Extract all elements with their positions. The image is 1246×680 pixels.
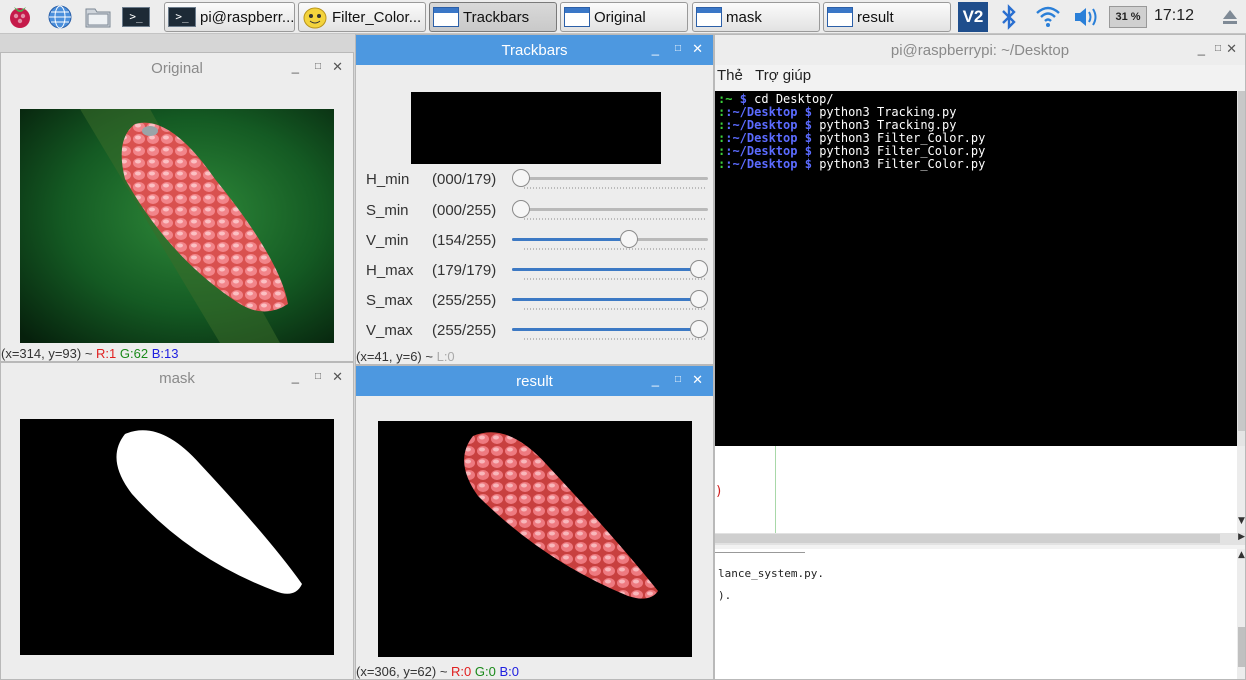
slider-thumb[interactable] bbox=[512, 200, 530, 218]
result-titlebar[interactable]: result _ □ ✕ bbox=[356, 366, 713, 396]
mask-title: mask bbox=[159, 370, 195, 387]
close-icon[interactable]: ✕ bbox=[692, 372, 703, 388]
terminal-title: pi@raspberrypi: ~/Desktop bbox=[890, 42, 1070, 59]
folder-icon[interactable] bbox=[84, 3, 112, 31]
close-icon[interactable]: ✕ bbox=[332, 369, 343, 385]
editor-pane[interactable]: ) bbox=[715, 446, 1237, 533]
maximize-icon[interactable]: □ bbox=[315, 61, 321, 72]
slider-thumb[interactable] bbox=[690, 260, 708, 278]
taskbar-button-mask[interactable]: mask bbox=[692, 2, 820, 32]
mask-window: mask _ □ ✕ bbox=[0, 362, 354, 680]
trackbar-h-max: H_max (179/179) bbox=[366, 257, 711, 285]
trackbars-canvas bbox=[411, 92, 661, 164]
window-icon bbox=[433, 7, 459, 27]
window-icon bbox=[564, 7, 590, 27]
maximize-icon[interactable]: □ bbox=[1215, 43, 1221, 54]
minimize-icon[interactable]: _ bbox=[292, 369, 299, 384]
raspberry-menu-icon[interactable] bbox=[6, 3, 34, 31]
trackbars-title: Trackbars bbox=[501, 42, 568, 59]
slider-track[interactable] bbox=[512, 200, 708, 218]
trackbar-v-max: V_max (255/255) bbox=[366, 317, 711, 345]
volume-icon[interactable] bbox=[1072, 4, 1102, 34]
trackbar-s-min: S_min (000/255) bbox=[366, 197, 711, 225]
taskbar-button-result[interactable]: result bbox=[823, 2, 951, 32]
python-icon bbox=[303, 7, 327, 29]
slider-thumb[interactable] bbox=[512, 169, 530, 187]
minimize-icon[interactable]: _ bbox=[652, 372, 659, 387]
trackbars-statusbar: (x=41, y=6) ~ L:0 bbox=[356, 350, 455, 364]
trackbar-v-min: V_min (154/255) bbox=[366, 227, 711, 255]
terminal-titlebar[interactable]: pi@raspberrypi: ~/Desktop _ □ ✕ bbox=[715, 35, 1245, 65]
wifi-icon[interactable] bbox=[1034, 3, 1062, 33]
shell-pane[interactable]: lance_system.py. ). bbox=[715, 549, 1237, 679]
close-icon[interactable]: ✕ bbox=[1226, 41, 1237, 57]
slider-track[interactable] bbox=[512, 230, 708, 248]
close-icon[interactable]: ✕ bbox=[692, 41, 703, 57]
original-titlebar[interactable]: Original _ □ ✕ bbox=[1, 53, 353, 83]
slider-track[interactable] bbox=[512, 320, 708, 338]
window-icon bbox=[827, 7, 853, 27]
clock[interactable]: 17:12 bbox=[1154, 7, 1194, 25]
window-icon bbox=[696, 7, 722, 27]
minimize-icon[interactable]: _ bbox=[1198, 41, 1205, 56]
terminal-launcher-icon[interactable]: >_ bbox=[122, 3, 150, 31]
taskbar-button-filter-color[interactable]: Filter_Color... bbox=[298, 2, 426, 32]
maximize-icon[interactable]: □ bbox=[315, 371, 321, 382]
result-title: result bbox=[516, 373, 553, 390]
slider-track[interactable] bbox=[512, 290, 708, 308]
trackbar-h-min: H_min (000/179) bbox=[366, 166, 711, 194]
menu-help[interactable]: Trợ giúp bbox=[755, 67, 811, 84]
terminal-line: ::~/Desktop $ python3 Filter_Color.py bbox=[718, 157, 986, 171]
globe-icon[interactable] bbox=[46, 3, 74, 31]
taskbar: >_ >_ pi@raspberr... Filter_Color... Tra… bbox=[0, 0, 1246, 34]
slider-thumb[interactable] bbox=[690, 320, 708, 338]
taskbar-button-terminal[interactable]: >_ pi@raspberr... bbox=[164, 2, 295, 32]
editor-hscrollbar[interactable]: ▶ bbox=[715, 532, 1245, 545]
maximize-icon[interactable]: □ bbox=[675, 374, 681, 385]
terminal-output[interactable]: :~ $ cd Desktop/ ::~/Desktop $ python3 T… bbox=[715, 91, 1237, 446]
trackbars-window: Trackbars _ □ ✕ H_min (000/179) S_min (0… bbox=[355, 34, 714, 365]
original-image[interactable] bbox=[20, 109, 334, 343]
mask-image[interactable] bbox=[20, 419, 334, 655]
mask-titlebar[interactable]: mask _ □ ✕ bbox=[1, 363, 353, 393]
result-window: result _ □ ✕ (x=306, y=62) ~ R:0 G:0 B:0 bbox=[355, 365, 714, 680]
shell-scrollbar[interactable]: ▲ bbox=[1237, 549, 1245, 679]
vnc-icon[interactable]: V2 bbox=[958, 2, 988, 32]
trackbars-titlebar[interactable]: Trackbars _ □ ✕ bbox=[356, 35, 713, 65]
original-statusbar: (x=314, y=93) ~ R:1 G:62 B:13 bbox=[1, 347, 179, 361]
terminal-icon: >_ bbox=[168, 7, 196, 27]
minimize-icon[interactable]: _ bbox=[652, 41, 659, 56]
minimize-icon[interactable]: _ bbox=[292, 59, 299, 74]
cpu-monitor[interactable]: 31 % bbox=[1109, 6, 1147, 28]
original-title: Original bbox=[151, 60, 203, 77]
slider-track[interactable] bbox=[512, 169, 708, 187]
taskbar-button-trackbars[interactable]: Trackbars bbox=[429, 2, 557, 32]
slider-track[interactable] bbox=[512, 260, 708, 278]
maximize-icon[interactable]: □ bbox=[675, 43, 681, 54]
close-icon[interactable]: ✕ bbox=[332, 59, 343, 75]
result-image[interactable] bbox=[378, 421, 692, 657]
bluetooth-icon[interactable] bbox=[999, 3, 1019, 35]
terminal-scrollbar[interactable] bbox=[1237, 91, 1245, 446]
trackbar-s-max: S_max (255/255) bbox=[366, 287, 711, 315]
menu-tabs[interactable]: Thẻ bbox=[717, 67, 743, 84]
terminal-menubar: Thẻ Trợ giúp bbox=[717, 67, 811, 84]
original-window: Original _ □ ✕ (x=314, y=93) ~ R:1 G:62 … bbox=[0, 52, 354, 362]
editor-scrollbar[interactable]: ▼ bbox=[1237, 446, 1245, 533]
slider-thumb[interactable] bbox=[620, 230, 638, 248]
taskbar-button-original[interactable]: Original bbox=[560, 2, 688, 32]
slider-thumb[interactable] bbox=[690, 290, 708, 308]
terminal-window: pi@raspberrypi: ~/Desktop _ □ ✕ Thẻ Trợ … bbox=[714, 34, 1246, 680]
result-statusbar: (x=306, y=62) ~ R:0 G:0 B:0 bbox=[356, 665, 520, 679]
eject-icon[interactable] bbox=[1221, 8, 1239, 30]
